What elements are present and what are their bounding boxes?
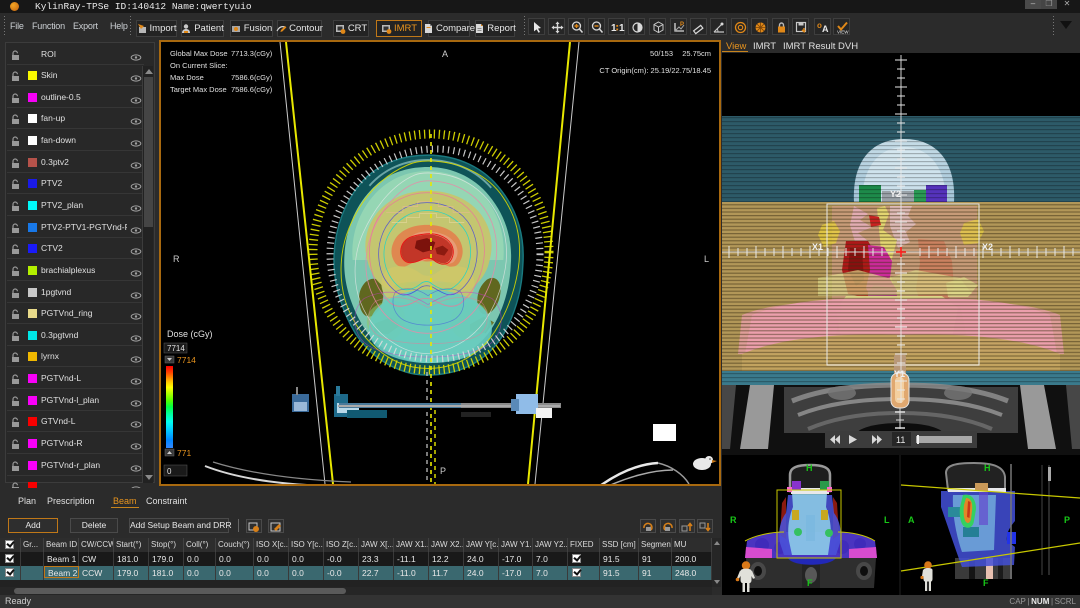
svg-text:25.75cm: 25.75cm xyxy=(682,49,711,58)
svg-text:X2: X2 xyxy=(982,242,993,252)
svg-text:Dose (cGy): Dose (cGy) xyxy=(167,329,213,339)
svg-text:7714: 7714 xyxy=(167,344,185,353)
svg-text:771: 771 xyxy=(177,448,191,458)
svg-text:L: L xyxy=(884,515,890,525)
svg-text:7586.6(cGy): 7586.6(cGy) xyxy=(231,85,273,94)
svg-text:F: F xyxy=(983,578,989,588)
svg-text:0: 0 xyxy=(167,467,172,476)
svg-text:On Current Slice:: On Current Slice: xyxy=(170,61,228,70)
svg-text:P: P xyxy=(440,466,446,476)
svg-text:Global Max Dose: Global Max Dose xyxy=(170,49,228,58)
svg-text:X1: X1 xyxy=(812,242,823,252)
svg-text:50/153: 50/153 xyxy=(650,49,673,58)
svg-text:7713.3(cGy): 7713.3(cGy) xyxy=(231,49,273,58)
svg-text:7714: 7714 xyxy=(177,355,196,365)
svg-text:Target Max Dose: Target Max Dose xyxy=(170,85,227,94)
svg-text:H: H xyxy=(806,463,813,473)
svg-text:L: L xyxy=(704,254,709,264)
svg-text:A: A xyxy=(908,515,915,525)
svg-text:Max Dose: Max Dose xyxy=(170,73,204,82)
svg-text:Y1: Y1 xyxy=(894,369,905,379)
svg-text:A: A xyxy=(442,49,448,59)
svg-text:F: F xyxy=(807,578,813,588)
svg-text:P: P xyxy=(680,22,684,28)
svg-text:11: 11 xyxy=(896,435,905,445)
svg-text:7586.6(cGy): 7586.6(cGy) xyxy=(231,73,273,82)
svg-text:CT Origin(cm): 25.19/22.75/18.: CT Origin(cm): 25.19/22.75/18.45 xyxy=(599,66,711,75)
svg-text:R: R xyxy=(730,515,737,525)
svg-text:VIEW: VIEW xyxy=(837,30,849,35)
svg-text:H: H xyxy=(984,463,991,473)
svg-text:R: R xyxy=(173,254,180,264)
svg-text:Y2: Y2 xyxy=(890,189,901,199)
svg-text:A: A xyxy=(822,24,829,34)
svg-text:1: 1 xyxy=(611,23,617,34)
svg-text:1: 1 xyxy=(619,23,625,34)
svg-text:P: P xyxy=(1064,515,1070,525)
